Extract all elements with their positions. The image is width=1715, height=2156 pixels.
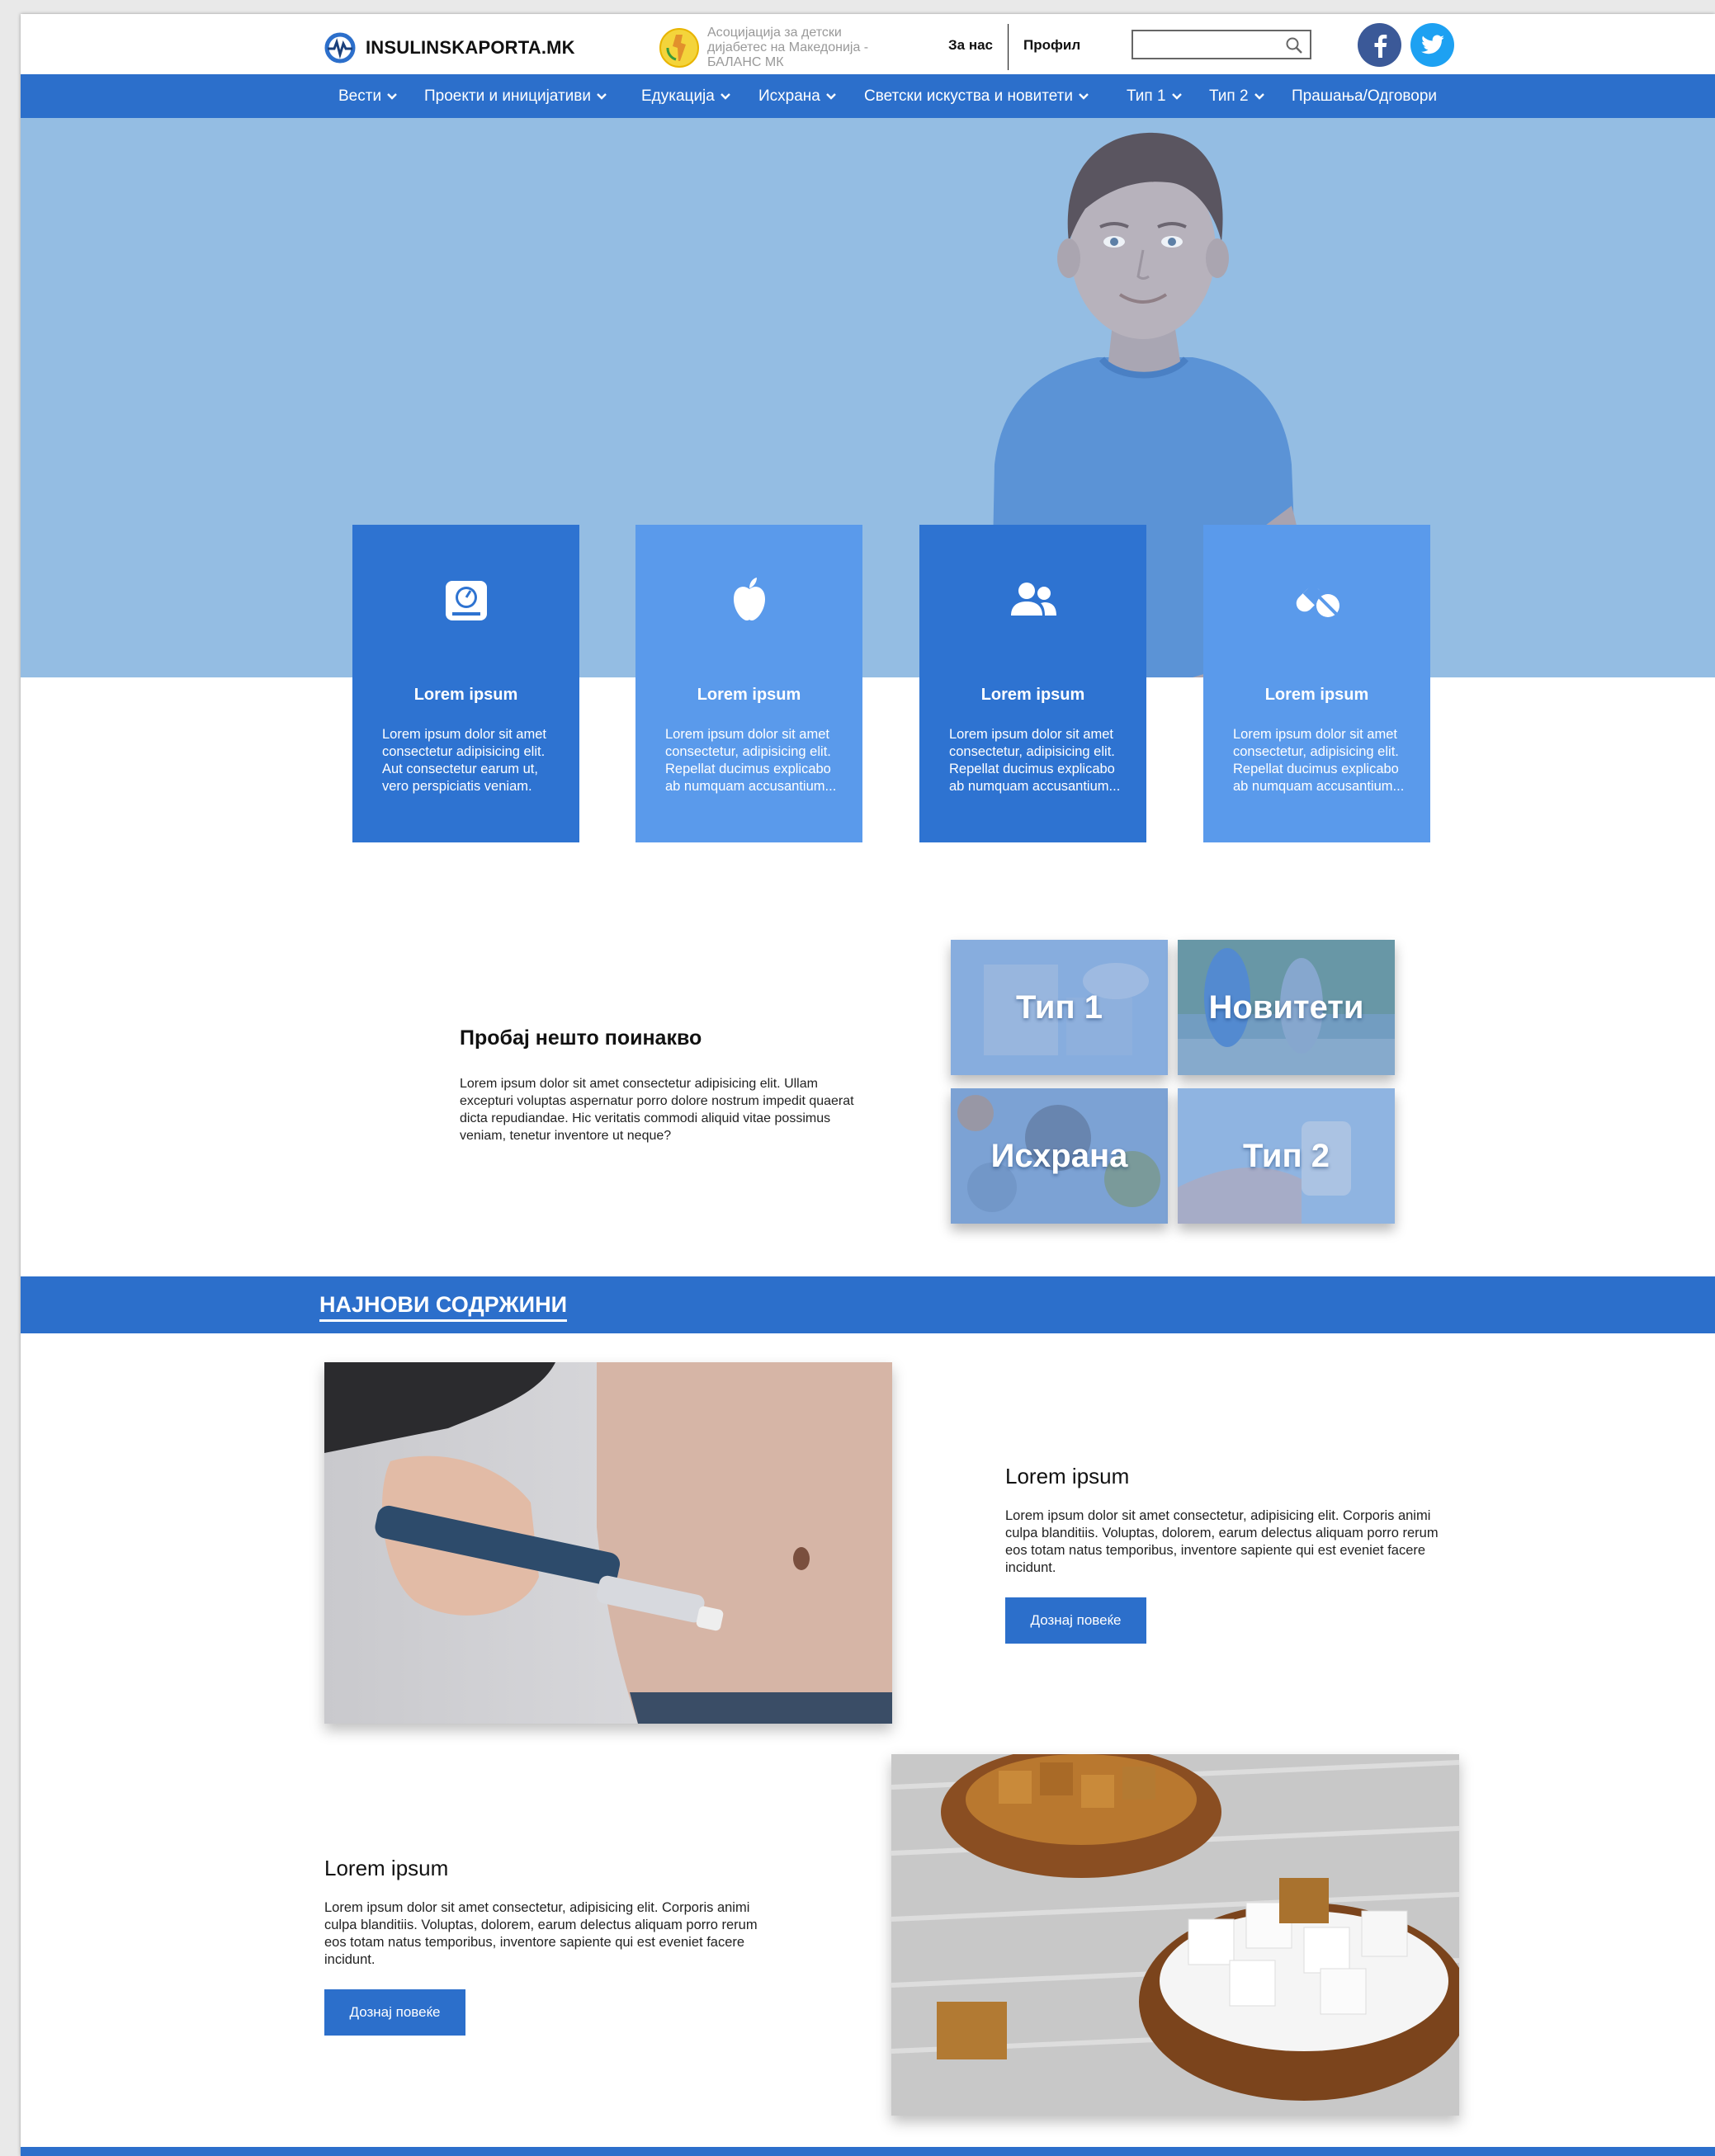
try-section-title: Пробај нешто поинакво [460, 1026, 702, 1050]
tile-nutrition[interactable]: Исхрана [951, 1088, 1168, 1224]
article-image-sugar[interactable] [891, 1754, 1459, 2116]
nav-item-type2[interactable]: Тип 2 [1209, 87, 1265, 106]
tile-label: Новитети [1208, 988, 1364, 1026]
article-title: Lorem ipsum [1005, 1464, 1130, 1488]
nav-label: Тип 2 [1209, 87, 1249, 105]
facebook-icon [1374, 34, 1387, 58]
association-link[interactable]: Асоцијација за детски дијабетес на Макед… [658, 26, 897, 70]
chevron-down-icon [720, 93, 730, 100]
nav-item-nutrition[interactable]: Исхрана [758, 87, 837, 106]
users-icon [1011, 583, 1056, 616]
nav-item-projects[interactable]: Проекти и иницијативи [424, 87, 607, 106]
apple-icon [734, 578, 765, 620]
twitter-button[interactable] [1410, 23, 1454, 67]
card-text: Lorem ipsum dolor sit amet consectetur a… [382, 727, 546, 794]
feature-card[interactable]: Lorem ipsum Lorem ipsum dolor sit amet c… [635, 525, 862, 842]
feature-card[interactable]: Lorem ipsum Lorem ipsum dolor sit amet c… [1203, 525, 1430, 842]
chevron-down-icon [1254, 93, 1264, 100]
card-title: Lorem ipsum [980, 686, 1085, 704]
search-input[interactable] [1138, 31, 1282, 58]
card-title: Lorem ipsum [697, 686, 801, 704]
tile-label: Тип 1 [1015, 988, 1103, 1026]
tile-type2[interactable]: Тип 2 [1178, 1088, 1395, 1224]
tile-label: Тип 2 [1242, 1137, 1330, 1174]
about-link[interactable]: За нас [948, 37, 993, 54]
header: INSULINSKAPORTA.MK Асоцијација за детски… [21, 14, 1715, 74]
article-text: Lorem ipsum dolor sit amet consectetur, … [1005, 1508, 1439, 1575]
article-image-insulin-pen[interactable] [324, 1362, 892, 1724]
nav-label: Прашања/Одговори [1292, 87, 1438, 105]
nav-item-education[interactable]: Едукација [641, 87, 731, 106]
main-nav: Вести Проекти и иницијативи Едукација Ис… [21, 74, 1715, 118]
page: INSULINSKAPORTA.MK Асоцијација за детски… [21, 14, 1715, 2156]
feature-card[interactable]: Lorem ipsum Lorem ipsum dolor sit amet c… [352, 525, 579, 842]
site-logo[interactable]: INSULINSKAPORTA.MK [324, 32, 575, 64]
heartbeat-logo-icon [324, 32, 356, 64]
chevron-down-icon [1171, 93, 1182, 100]
chevron-down-icon [826, 93, 836, 100]
profile-link[interactable]: Профил [1023, 37, 1080, 54]
nav-label: Исхрана [758, 87, 820, 105]
pills-icon [1296, 583, 1339, 617]
learn-more-button[interactable]: Дознај повеќе [1005, 1597, 1146, 1644]
nav-label: Проекти и иницијативи [424, 87, 591, 105]
card-title: Lorem ipsum [413, 686, 518, 704]
twitter-icon [1420, 35, 1444, 54]
facebook-button[interactable] [1358, 23, 1401, 67]
tile-type1[interactable]: Тип 1 [951, 940, 1168, 1075]
chevron-down-icon [597, 93, 607, 100]
latest-content-title: НАЈНОВИ СОДРЖИНИ [319, 1292, 567, 1322]
insulin-pen-image [324, 1362, 892, 1724]
tile-news[interactable]: Новитети [1178, 940, 1395, 1075]
logo-text: INSULINSKAPORTA.MK [366, 37, 575, 58]
learn-more-button[interactable]: Дознај повеќе [324, 1989, 465, 2036]
search-box [1132, 30, 1311, 59]
sugar-cubes-image [891, 1754, 1459, 2116]
nav-label: Вести [338, 87, 382, 105]
nav-item-world-experiences[interactable]: Светски искуства и новитети [864, 87, 1089, 106]
nav-item-type1[interactable]: Тип 1 [1127, 87, 1183, 106]
scale-icon [446, 581, 487, 620]
tile-label: Исхрана [990, 1137, 1128, 1174]
try-section-text: Lorem ipsum dolor sit amet consectetur a… [460, 1077, 854, 1143]
nav-item-news[interactable]: Вести [338, 87, 398, 106]
card-title: Lorem ipsum [1264, 686, 1369, 704]
nav-label: Едукација [641, 87, 715, 105]
card-text: Lorem ipsum dolor sit amet consectetur, … [949, 727, 1121, 794]
association-text: Асоцијација за детски дијабетес на Макед… [707, 26, 869, 69]
association-logo-icon [659, 28, 699, 68]
footer-strip [21, 2147, 1715, 2156]
chevron-down-icon [387, 93, 397, 100]
article-text: Lorem ipsum dolor sit amet consectetur, … [324, 1900, 758, 1967]
search-icon[interactable] [1285, 36, 1303, 54]
header-divider [1008, 24, 1009, 70]
article-title: Lorem ipsum [324, 1856, 449, 1880]
nav-label: Тип 1 [1127, 87, 1166, 105]
nav-label: Светски искуства и новитети [864, 87, 1073, 105]
hero-banner [21, 118, 1715, 677]
card-text: Lorem ipsum dolor sit amet consectetur, … [665, 727, 837, 794]
latest-content-band: НАЈНОВИ СОДРЖИНИ [21, 1276, 1715, 1333]
feature-card[interactable]: Lorem ipsum Lorem ipsum dolor sit amet c… [919, 525, 1146, 842]
nav-item-faq[interactable]: Прашања/Одговори [1292, 87, 1437, 106]
chevron-down-icon [1079, 93, 1089, 100]
card-text: Lorem ipsum dolor sit amet consectetur, … [1233, 727, 1405, 794]
